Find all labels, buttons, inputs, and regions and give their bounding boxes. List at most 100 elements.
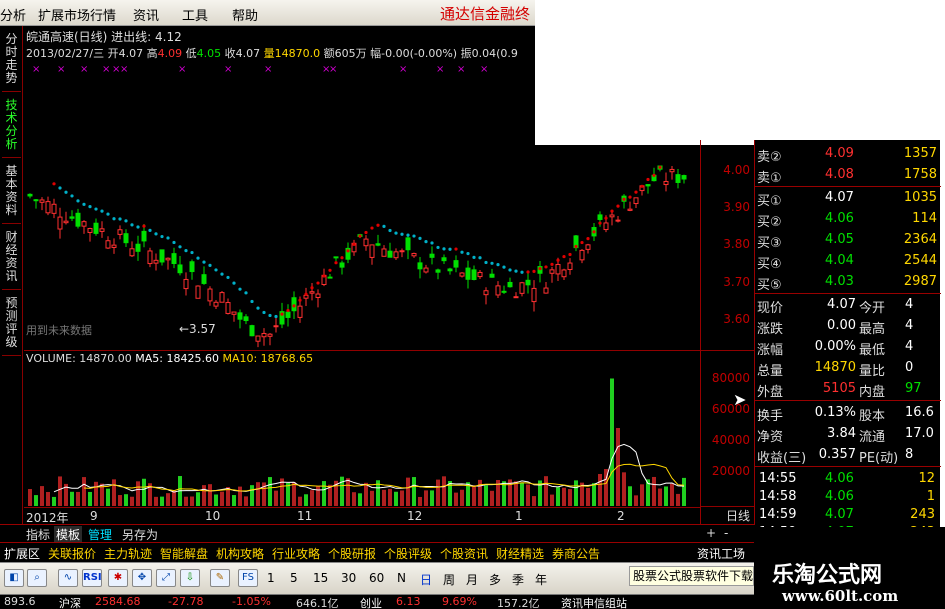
volume-bar-up	[172, 490, 176, 506]
draw-icon[interactable]: ⤢	[156, 569, 176, 587]
export-icon[interactable]: ⇩	[180, 569, 200, 587]
ytick-volume: 80000	[711, 371, 750, 385]
volume-bar-down	[484, 485, 488, 506]
volume-bar-up	[46, 491, 50, 506]
volume-bar-up	[622, 472, 626, 506]
tick-row: 14:55 4.06 12	[757, 469, 941, 489]
tab-fundamentals[interactable]: 基本资料	[2, 162, 21, 224]
signal-marker: ×	[224, 64, 232, 75]
entry-exit-line-dot	[166, 236, 170, 240]
chart-area[interactable]: 皖通高速(日线) 进出线: 4.12 2013/02/27/三 开4.07 高4…	[24, 26, 700, 525]
signal-marker: ×	[120, 64, 128, 75]
volume-bar-up	[184, 496, 188, 506]
candle-up	[207, 288, 213, 302]
func-tab[interactable]: 关联报价	[48, 545, 96, 562]
func-tab[interactable]: 机构攻略	[216, 545, 264, 562]
candle-up	[261, 332, 267, 338]
func-tab[interactable]: 主力轨迹	[104, 545, 152, 562]
entry-exit-line-dot	[292, 304, 296, 308]
period-button[interactable]: 日	[420, 571, 432, 588]
tab-template[interactable]: 模板	[54, 526, 83, 543]
menu-news[interactable]: 资讯	[133, 5, 159, 24]
candle-down	[27, 193, 33, 197]
menu-tools[interactable]: 工具	[182, 5, 208, 24]
tab-technical[interactable]: 技术分析	[2, 96, 21, 158]
period-button[interactable]: 季	[512, 571, 524, 588]
menu-analysis[interactable]: 分析	[0, 5, 26, 24]
period-button[interactable]: 多	[489, 571, 501, 588]
tick-row: 14:59 4.07 243	[757, 505, 941, 525]
func-tab[interactable]: 券商公告	[552, 545, 600, 562]
func-tab[interactable]: 个股研报	[328, 545, 376, 562]
candle-up	[513, 296, 519, 299]
fs-button[interactable]: FS	[238, 569, 258, 587]
zoom-out-button[interactable]: -	[722, 526, 730, 540]
func-tab[interactable]: 个股资讯	[440, 545, 488, 562]
volume-chart[interactable]	[24, 351, 700, 507]
candle-down	[291, 297, 297, 312]
func-tab[interactable]: 财经精选	[496, 545, 544, 562]
volume-bar-up	[94, 481, 98, 506]
period-button[interactable]: 15	[313, 571, 328, 585]
period-button[interactable]: 30	[341, 571, 356, 585]
period-button[interactable]: 60	[369, 571, 384, 585]
volume-bar-down	[52, 496, 56, 506]
entry-exit-line-dot	[532, 269, 536, 273]
tab-intraday[interactable]: 分时走势	[2, 30, 21, 92]
bid-label: 买①	[757, 194, 782, 209]
tab-indicator[interactable]: 指标	[24, 526, 52, 543]
period-button[interactable]: 1	[267, 571, 275, 585]
entry-exit-line-dot	[466, 252, 470, 256]
nav-icon[interactable]: ◧	[4, 569, 24, 587]
volume-bar-up	[670, 483, 674, 506]
volume-bar-up	[562, 487, 566, 506]
move-icon[interactable]: ✥	[132, 569, 152, 587]
candle-up	[213, 301, 219, 307]
status-bar: 893.6 沪深 2584.68 -27.78 -1.05% 646.1亿 创业 6.13 9.…	[0, 594, 754, 609]
tab-finance-news[interactable]: 财经资讯	[2, 228, 21, 290]
status-item: 沪深	[59, 597, 81, 609]
menu-extended-market[interactable]: 扩展市场行情	[38, 5, 116, 24]
volume-bar-down	[268, 477, 272, 506]
ytick-volume: 20000	[711, 464, 750, 478]
tab-manage[interactable]: 管理	[86, 526, 114, 543]
period-button[interactable]: 5	[290, 571, 298, 585]
func-tab[interactable]: 扩展区	[4, 545, 40, 562]
entry-exit-line-dot	[214, 268, 218, 272]
period-button[interactable]: 年	[535, 571, 547, 588]
ad-bar[interactable]: 股票公式股票软件下载	[629, 566, 754, 586]
candle-down	[141, 230, 147, 242]
func-tab[interactable]: 智能解盘	[160, 545, 208, 562]
entry-exit-line-dot	[388, 228, 392, 233]
tab-forecast[interactable]: 预测评级	[2, 294, 21, 356]
period-button[interactable]: 周	[443, 571, 455, 588]
entry-exit-line-dot	[286, 308, 290, 313]
entry-exit-line-dot	[100, 209, 104, 213]
zoom-icon[interactable]: ⌕	[27, 569, 47, 587]
volume-bar-up	[634, 495, 638, 506]
period-button[interactable]: N	[397, 571, 406, 585]
func-tab[interactable]: 行业攻略	[272, 545, 320, 562]
candle-up	[459, 272, 465, 277]
bid-volume: 2987	[903, 274, 937, 289]
kline-icon[interactable]: ∿	[58, 569, 78, 587]
entry-exit-line-dot	[418, 236, 422, 240]
entry-exit-line-dot	[592, 230, 596, 234]
price-chart[interactable]: × × × × × × × × × ×× × × × ×	[24, 26, 700, 352]
volume-bar-up	[190, 496, 194, 506]
candle-down	[189, 261, 195, 273]
settings-icon[interactable]: ✱	[108, 569, 128, 587]
zoom-in-button[interactable]: +	[704, 526, 718, 540]
signal-marker: ×	[480, 64, 488, 75]
rsi-icon[interactable]: RSI	[82, 569, 102, 587]
entry-exit-line-dot	[370, 226, 374, 230]
func-tab[interactable]: 个股评级	[384, 545, 432, 562]
func-tab[interactable]: 资讯工场	[697, 545, 745, 562]
candle-up	[195, 285, 201, 299]
menu-help[interactable]: 帮助	[232, 5, 258, 24]
pen-icon[interactable]: ✎	[210, 569, 230, 587]
volume-bar-down	[358, 493, 362, 506]
volume-bar-down	[196, 492, 200, 506]
period-button[interactable]: 月	[466, 571, 478, 588]
tab-save-as[interactable]: 另存为	[120, 526, 160, 543]
